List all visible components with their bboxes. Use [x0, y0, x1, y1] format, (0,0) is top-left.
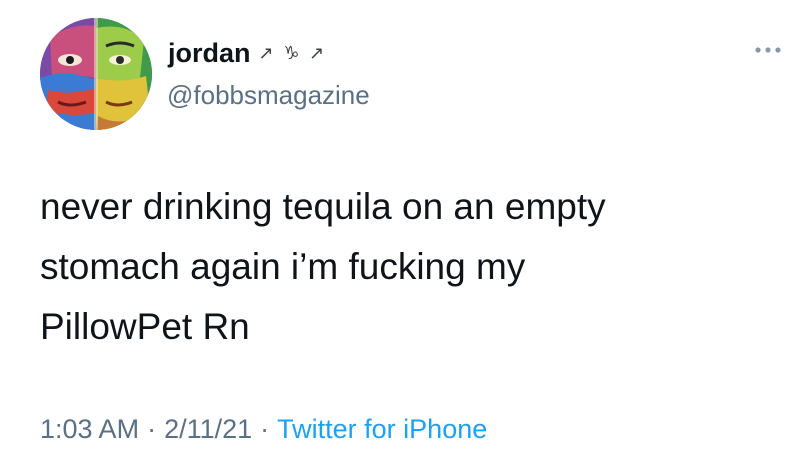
avatar[interactable]: [40, 18, 152, 130]
more-options-icon[interactable]: [753, 40, 783, 60]
tweet-date[interactable]: 2/11/21: [164, 414, 252, 444]
meta-separator: ·: [260, 414, 270, 444]
author-display-name[interactable]: jordan: [168, 38, 251, 69]
author-handle[interactable]: @fobbsmagazine: [167, 80, 370, 111]
painted-portrait-avatar-icon: [40, 18, 152, 130]
tweet-card: jordan ↗ ♑ ↗ @fobbsmagazine never drinki…: [0, 0, 800, 475]
author-name-row: jordan ↗ ♑ ↗: [168, 38, 326, 69]
tweet-meta: 1:03 AM · 2/11/21 · Twitter for iPhone: [40, 414, 487, 445]
tweet-text: never drinking tequila on an empty stoma…: [40, 177, 760, 357]
tweet-source-link[interactable]: Twitter for iPhone: [277, 414, 487, 444]
name-emoji-arrows-capricorn: ↗ ♑ ↗: [258, 43, 327, 64]
meta-separator: ·: [147, 414, 157, 444]
tweet-text-line: stomach again i’m fucking my: [40, 246, 526, 287]
tweet-text-line: never drinking tequila on an empty: [40, 186, 606, 227]
tweet-text-line: PillowPet Rn: [40, 306, 250, 347]
tweet-time[interactable]: 1:03 AM: [40, 414, 139, 444]
